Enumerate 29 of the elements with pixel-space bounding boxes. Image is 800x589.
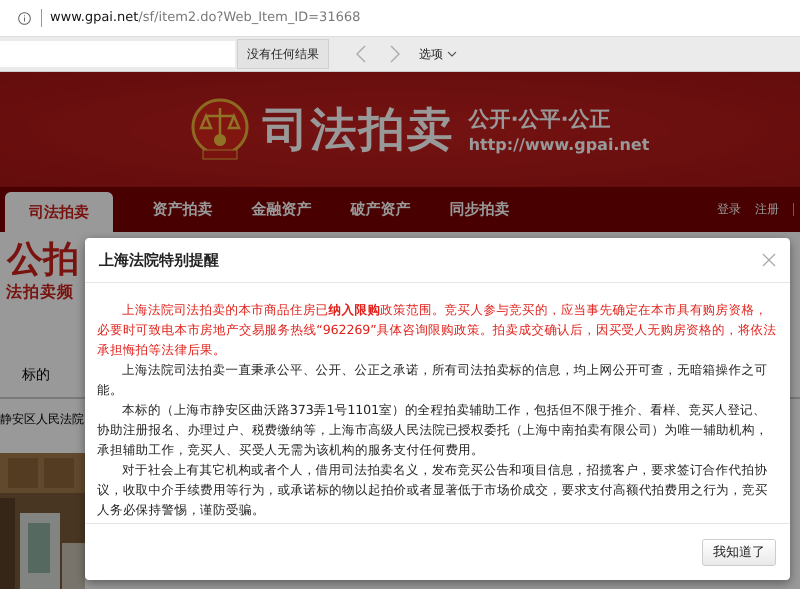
nav-link[interactable]: 登录 bbox=[717, 201, 741, 218]
nav-link[interactable]: 注册 bbox=[755, 201, 779, 218]
site-logo: 公拍 bbox=[6, 238, 80, 282]
previous-icon[interactable] bbox=[355, 45, 367, 63]
nav-tab[interactable]: 资产拍卖 bbox=[133, 187, 232, 232]
close-icon[interactable] bbox=[762, 253, 776, 267]
nav-tab[interactable]: 同步拍卖 bbox=[430, 187, 529, 232]
emblem-icon bbox=[190, 98, 249, 162]
options-menu[interactable]: 选项 bbox=[419, 46, 457, 62]
logo-tagline: 法拍卖频 bbox=[5, 282, 74, 303]
notice-paragraph: 对于社会上有其它机构或者个人，借用司法拍卖名义，发布竞买公告和项目信息，招揽客户，要求签订合作代拍协议，收取中介手续费用等行为，或承诺标的物以起拍价或者显著低于市场价成交，要求支付高额代拍费用之行为，竞买人务必保持警惕，谨防受骗。 bbox=[97, 461, 769, 519]
section-tab[interactable]: 标的 bbox=[22, 366, 50, 384]
nav-tab[interactable]: 金融资产 bbox=[232, 187, 331, 232]
dialog-title: 上海法院特别提醒 bbox=[99, 250, 219, 270]
acknowledge-button[interactable]: 我知道了 bbox=[702, 538, 776, 566]
info-icon bbox=[18, 12, 31, 24]
notice-paragraph: 上海法院司法拍卖一直秉承公平、公开、公正之承诺，所有司法拍卖标的信息，均上网公开可查，无暗箱操作之可能。 bbox=[97, 361, 768, 399]
chevron-down-icon bbox=[447, 51, 457, 57]
site-slogan: 公开·公平·公正 bbox=[468, 106, 612, 133]
nav-tab[interactable]: 破产资产 bbox=[331, 187, 430, 232]
find-result[interactable]: 没有任何结果 bbox=[237, 39, 329, 69]
warning-paragraph: 上海法院司法拍卖的本市商品住房已纳入限购政策范围。竞买人参与竞买的，应当事先确定在本市具有购房资格，必要时可致电本市房地产交易服务热线“962269”具体咨询限购政策。拍卖成交确认后，因买受人无购房资格的，将依法承担悔拍等法律后果。 bbox=[97, 301, 778, 359]
site-title: 司法拍卖 bbox=[262, 100, 455, 158]
court-name: 静安区人民法院 bbox=[0, 410, 84, 428]
site-url: http://www.gpai.net bbox=[468, 135, 650, 154]
notice-paragraph: 本标的（上海市静安区曲沃路373弄1号1101室）的全程拍卖辅助工作，包括但不限于推介、看样、竞买人登记、协助注册报名、办理过户、税费缴纳等，上海市高级人民法院已授权委托（上海中南拍卖有限公司）为唯一辅助机构，承担辅助工作，竞买人、买受人无需为该机构的服务支付任何费用。 bbox=[97, 401, 769, 459]
address-field[interactable]: www.gpai.net/sf/item2.do?Web_Item_ID=31668 bbox=[41, 9, 360, 27]
next-icon[interactable] bbox=[389, 45, 401, 63]
nav-tab[interactable]: 司法拍卖 bbox=[5, 192, 113, 232]
